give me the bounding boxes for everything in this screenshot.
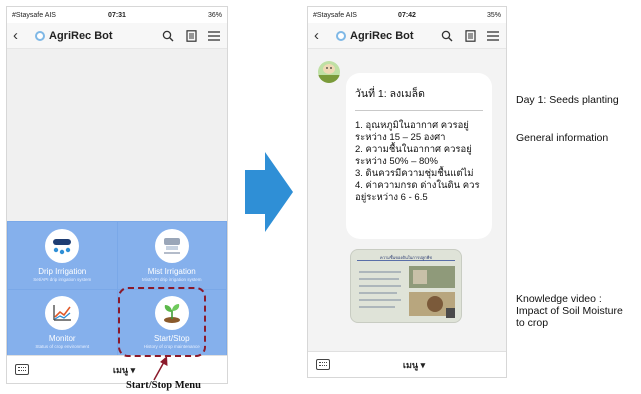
message-line: 1. อุณหภูมิในอากาศ ควรอยู่ [355, 120, 469, 131]
message-line: ระหว่าง 15 – 25 องศา [355, 132, 446, 143]
message-line: 3. ดินควรมีความชุ่มชื้นแต่ไม่ [355, 168, 474, 179]
chat-title: AgriRec Bot [350, 29, 414, 42]
bot-avatar-icon [318, 61, 340, 83]
annotation-general: General information [516, 132, 609, 144]
chat-area: วันที่ 1: ลงเมล็ด 1. อุณหภูมิในอากาศ ควร… [308, 49, 506, 351]
message-line: ระหว่าง 50% – 80% [355, 156, 439, 167]
message-title: วันที่ 1: ลงเมล็ด [355, 85, 483, 111]
message-line: 2. ความชื้นในอากาศ ควรอยู่ [355, 144, 472, 155]
hamburger-menu-icon[interactable] [486, 29, 500, 43]
search-icon[interactable] [440, 29, 454, 43]
chat-header: ‹ AgriRec Bot [308, 23, 506, 49]
carrier-label: #Staysafe AIS [12, 11, 56, 19]
bottom-bar: เมนู ▾ [308, 351, 506, 377]
annotation-knowledge-line: to crop [516, 317, 549, 329]
keyboard-icon[interactable] [316, 359, 330, 370]
start-stop-caption: Start/Stop Menu [126, 380, 201, 391]
battery-level: 35% [486, 11, 501, 19]
menu-toggle-button[interactable]: เมนู ▾ [330, 358, 498, 372]
notes-icon[interactable] [463, 29, 477, 43]
annotation-knowledge-line: Impact of Soil Moisture [516, 305, 623, 317]
video-title: ความชื้นของดินในการปลูกพืช [357, 254, 455, 261]
transition-arrow-icon [245, 152, 293, 232]
status-bar: #Staysafe AIS 07:42 35% [308, 7, 506, 23]
annotation-knowledge-line: Knowledge video : [516, 293, 602, 305]
back-chevron-icon[interactable]: ‹ [314, 28, 330, 43]
carrier-label: #Staysafe AIS [313, 11, 357, 19]
phone-screen-chat: #Staysafe AIS 07:42 35% ‹ AgriRec Bot วั… [307, 6, 507, 378]
message-line: 4. ค่าความกรด ด่างในดิน ควร [355, 180, 480, 191]
message-line: อยู่ระหว่าง 6 - 6.5 [355, 192, 428, 203]
message-bubble: วันที่ 1: ลงเมล็ด 1. อุณหภูมิในอากาศ ควร… [346, 73, 492, 239]
knowledge-video-thumbnail[interactable]: ความชื้นของดินในการปลูกพืช [350, 249, 462, 323]
bot-avatar-icon [336, 30, 346, 41]
battery-level: 36% [207, 11, 222, 19]
annotation-day1: Day 1: Seeds planting [516, 94, 619, 106]
annotation-knowledge: Knowledge video : Impact of Soil Moistur… [516, 293, 623, 329]
